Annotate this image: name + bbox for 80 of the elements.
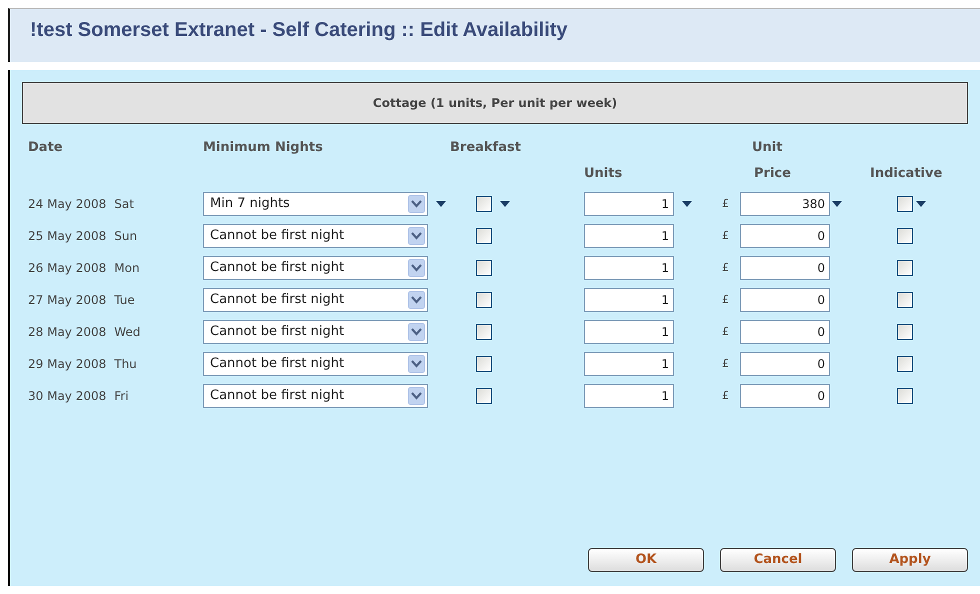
unit-header: Cottage (1 units, Per unit per week) bbox=[22, 82, 968, 124]
price-field[interactable]: 0 bbox=[740, 288, 830, 312]
units-field[interactable]: 1 bbox=[584, 224, 674, 248]
price-field[interactable]: 0 bbox=[740, 352, 830, 376]
column-header: Price bbox=[754, 166, 791, 181]
checkbox[interactable] bbox=[897, 292, 913, 308]
date-label: 24 May 2008 bbox=[28, 196, 106, 213]
day-label: Wed bbox=[114, 324, 140, 341]
min-nights-select[interactable]: Cannot be first night bbox=[203, 224, 428, 248]
column-header: Breakfast bbox=[450, 140, 521, 155]
checkbox[interactable] bbox=[897, 196, 913, 212]
date-label: 27 May 2008 bbox=[28, 292, 106, 309]
day-label: Fri bbox=[114, 388, 129, 405]
price-field[interactable]: 380 bbox=[740, 192, 830, 216]
currency-label: £ bbox=[722, 388, 730, 404]
chevron-down-icon[interactable] bbox=[408, 387, 425, 405]
chevron-down-icon[interactable] bbox=[408, 227, 425, 245]
column-header: Indicative bbox=[870, 166, 942, 181]
chevron-down-icon[interactable] bbox=[408, 259, 425, 277]
currency-label: £ bbox=[722, 260, 730, 276]
price-field[interactable]: 0 bbox=[740, 256, 830, 280]
checkbox[interactable] bbox=[476, 292, 492, 308]
min-nights-select[interactable]: Cannot be first night bbox=[203, 256, 428, 280]
date-label: 26 May 2008 bbox=[28, 260, 106, 277]
date-label: 29 May 2008 bbox=[28, 356, 106, 373]
units-field[interactable]: 1 bbox=[584, 192, 674, 216]
window-title: !test Somerset Extranet - Self Catering :: Edit Availability bbox=[30, 19, 568, 41]
currency-label: £ bbox=[722, 356, 730, 372]
chevron-down-icon[interactable] bbox=[408, 323, 425, 341]
caret-icon[interactable] bbox=[682, 201, 692, 207]
day-label: Mon bbox=[114, 260, 140, 277]
price-field[interactable]: 0 bbox=[740, 224, 830, 248]
currency-label: £ bbox=[722, 196, 730, 212]
units-field[interactable]: 1 bbox=[584, 256, 674, 280]
column-header: Date bbox=[28, 140, 63, 155]
price-field[interactable]: 0 bbox=[740, 320, 830, 344]
checkbox[interactable] bbox=[897, 228, 913, 244]
day-label: Sat bbox=[114, 196, 134, 213]
day-label: Thu bbox=[114, 356, 137, 373]
date-label: 28 May 2008 bbox=[28, 324, 106, 341]
caret-icon[interactable] bbox=[832, 201, 842, 207]
column-header: Units bbox=[584, 166, 622, 181]
min-nights-select[interactable]: Min 7 nights bbox=[203, 192, 428, 216]
caret-icon[interactable] bbox=[436, 201, 446, 207]
min-nights-select[interactable]: Cannot be first night bbox=[203, 288, 428, 312]
checkbox[interactable] bbox=[476, 356, 492, 372]
caret-icon[interactable] bbox=[500, 201, 510, 207]
checkbox[interactable] bbox=[897, 388, 913, 404]
date-label: 30 May 2008 bbox=[28, 388, 106, 405]
min-nights-select[interactable]: Cannot be first night bbox=[203, 320, 428, 344]
units-field[interactable]: 1 bbox=[584, 320, 674, 344]
units-field[interactable]: 1 bbox=[584, 384, 674, 408]
units-field[interactable]: 1 bbox=[584, 352, 674, 376]
checkbox[interactable] bbox=[897, 356, 913, 372]
caret-icon[interactable] bbox=[916, 201, 926, 207]
checkbox[interactable] bbox=[897, 324, 913, 340]
dialog-button[interactable]: Apply bbox=[852, 548, 968, 572]
day-label: Tue bbox=[114, 292, 135, 309]
checkbox[interactable] bbox=[897, 260, 913, 276]
currency-label: £ bbox=[722, 324, 730, 340]
chevron-down-icon[interactable] bbox=[408, 195, 425, 213]
date-label: 25 May 2008 bbox=[28, 228, 106, 245]
column-header: Minimum Nights bbox=[203, 140, 323, 155]
checkbox[interactable] bbox=[476, 260, 492, 276]
checkbox[interactable] bbox=[476, 388, 492, 404]
checkbox[interactable] bbox=[476, 196, 492, 212]
checkbox[interactable] bbox=[476, 228, 492, 244]
dialog-button[interactable]: OK bbox=[588, 548, 704, 572]
chevron-down-icon[interactable] bbox=[408, 355, 425, 373]
units-field[interactable]: 1 bbox=[584, 288, 674, 312]
checkbox[interactable] bbox=[476, 324, 492, 340]
column-header: Unit bbox=[752, 140, 782, 155]
min-nights-select[interactable]: Cannot be first night bbox=[203, 352, 428, 376]
dialog-button[interactable]: Cancel bbox=[720, 548, 836, 572]
currency-label: £ bbox=[722, 228, 730, 244]
day-label: Sun bbox=[114, 228, 138, 245]
price-field[interactable]: 0 bbox=[740, 384, 830, 408]
min-nights-select[interactable]: Cannot be first night bbox=[203, 384, 428, 408]
currency-label: £ bbox=[722, 292, 730, 308]
chevron-down-icon[interactable] bbox=[408, 291, 425, 309]
